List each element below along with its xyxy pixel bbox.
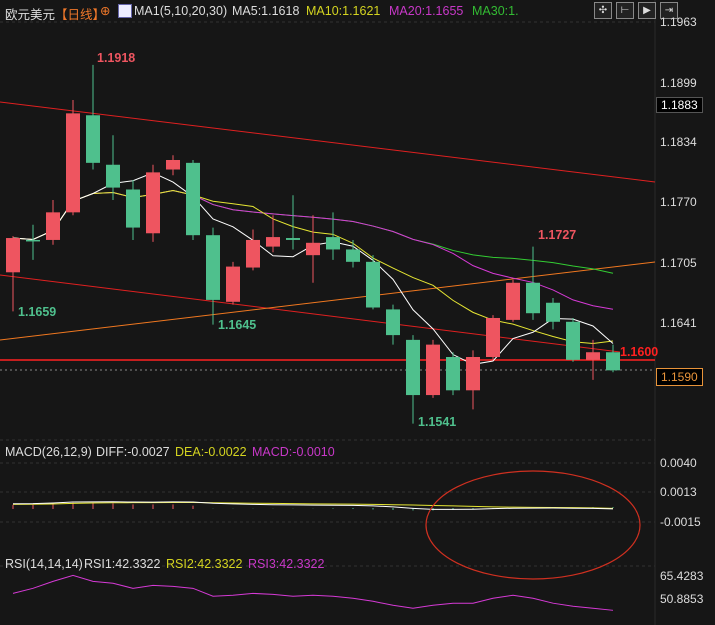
candle-body	[246, 239, 260, 268]
macd-diff: DIFF:-0.0027	[96, 445, 170, 459]
ma30-value: MA30:1.	[472, 4, 519, 18]
candle-body	[186, 162, 200, 236]
candle-body	[586, 352, 600, 360]
candle-body	[166, 159, 180, 170]
price-axis-label: 1.1770	[660, 195, 697, 209]
candle-body	[146, 172, 160, 234]
rsi-axis-label: 65.4283	[660, 569, 704, 583]
ma20-value: MA20:1.1655	[389, 4, 464, 18]
candle-body	[6, 238, 20, 273]
price-marker: 1.1883	[656, 97, 703, 113]
candle-body	[406, 339, 420, 396]
macd-axis-label: 0.0013	[660, 485, 697, 499]
trendline-orange	[0, 261, 656, 341]
low-annotation: 1.1541	[418, 415, 457, 429]
candle-body	[346, 249, 360, 262]
candle-body	[446, 356, 460, 391]
highlight-ellipse	[425, 470, 641, 580]
price-axis-label: 1.1963	[660, 15, 697, 29]
rsi-axis-label: 50.8853	[660, 592, 704, 606]
price-axis-label: 1.1834	[660, 135, 697, 149]
candle-body	[26, 239, 40, 242]
price-axis-label: 1.1641	[660, 316, 697, 330]
candle-body	[306, 242, 320, 256]
candle-body	[126, 189, 140, 228]
low-annotation: 1.1659	[18, 305, 57, 319]
candle-body	[526, 282, 540, 314]
candle-body	[266, 237, 280, 247]
candle-body	[286, 238, 300, 240]
forex-chart-window: 欧元美元 【日线】 ⊕ MA1(5,10,20,30) MA5:1.1618 M…	[0, 0, 715, 625]
macd-axis-label: -0.0015	[660, 515, 701, 529]
rsi1-value: RSI1:42.3322	[84, 557, 161, 571]
symbol-name: 欧元美元	[5, 8, 56, 22]
rsi3-value: RSI3:42.3322	[248, 557, 325, 571]
candle-body	[466, 356, 480, 391]
candle-body	[326, 237, 340, 250]
candle-body	[506, 282, 520, 320]
candle-body	[386, 309, 400, 336]
add-indicator-icon[interactable]: ⊕	[100, 3, 110, 18]
price-axis-label: 1.1899	[660, 76, 697, 90]
candle-body	[486, 317, 500, 357]
candle-body	[226, 266, 240, 302]
high-annotation: 1.1727	[538, 228, 577, 242]
candle-body	[66, 113, 80, 213]
candle-body	[46, 212, 60, 240]
crosshair-button[interactable]: ✣	[594, 2, 612, 19]
macd-axis-label: 0.0040	[660, 456, 697, 470]
rsi2-value: RSI2:42.3322	[166, 557, 243, 571]
chart-canvas[interactable]	[0, 0, 715, 625]
period-selector[interactable]: 【日线】	[55, 4, 105, 23]
level-annotation: 1.1600	[620, 345, 659, 359]
play-button[interactable]: ▶	[638, 2, 656, 19]
candle-body	[106, 164, 120, 188]
last-price-marker: 1.1590	[656, 368, 703, 386]
rsi-title: RSI(14,14,14)	[5, 557, 83, 571]
macd-title: MACD(26,12,9)	[5, 445, 92, 459]
candle-body	[366, 261, 380, 308]
candle-body	[606, 352, 620, 371]
low-annotation: 1.1645	[218, 318, 257, 332]
macd-value: MACD:-0.0010	[252, 445, 335, 459]
zoom-range-button[interactable]: ⊢	[616, 2, 634, 19]
high-annotation: 1.1918	[97, 51, 136, 65]
ma5-value: MA5:1.1618	[232, 4, 300, 18]
candle-body	[86, 115, 100, 163]
ma-chart-icon	[118, 4, 132, 18]
candle-body	[546, 302, 560, 322]
ma10-value: MA10:1.1621	[306, 4, 381, 18]
price-axis-label: 1.1705	[660, 256, 697, 270]
rsi-line	[12, 574, 614, 611]
candle-body	[566, 321, 580, 360]
candle-body	[426, 344, 440, 396]
ma-title[interactable]: MA1(5,10,20,30)	[134, 4, 227, 18]
macd-dea: DEA:-0.0022	[175, 445, 247, 459]
candle-body	[206, 235, 220, 300]
